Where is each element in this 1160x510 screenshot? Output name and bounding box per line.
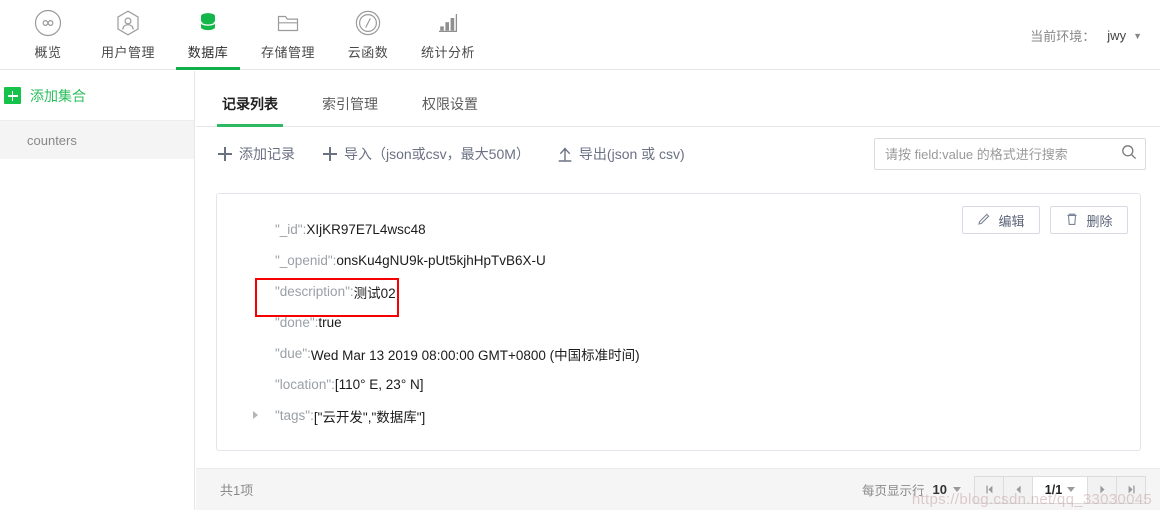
nav-item-storage-management[interactable]: 存储管理 xyxy=(248,0,328,70)
nav-item-user-management[interactable]: 用户管理 xyxy=(88,0,168,70)
plus-icon xyxy=(323,147,337,161)
tab-label: 权限设置 xyxy=(422,96,478,112)
upload-arrow-icon xyxy=(558,147,572,162)
record-field-row-tags[interactable]: "tags": ["云开发","数据库"] xyxy=(253,400,1140,431)
add-record-button[interactable]: 添加记录 xyxy=(218,144,295,164)
record-field-row: "due": Wed Mar 13 2019 08:00:00 GMT+0800… xyxy=(275,338,1140,369)
field-key: "description": xyxy=(275,284,354,299)
user-hexagon-icon xyxy=(114,8,142,38)
add-collection-label: 添加集合 xyxy=(30,87,86,104)
field-key: "due": xyxy=(275,346,311,361)
field-value: [110° E, 23° N] xyxy=(334,377,424,392)
tab-record-list[interactable]: 记录列表 xyxy=(217,94,283,127)
function-circle-icon xyxy=(354,8,382,38)
record-field-row: "location": [110° E, 23° N] xyxy=(275,369,1140,400)
database-icon xyxy=(194,8,222,38)
record-field-row: "done": true xyxy=(275,307,1140,338)
page-size-label: 每页显示行 xyxy=(862,484,925,498)
export-button[interactable]: 导出(json 或 csv) xyxy=(558,144,685,164)
field-value: Wed Mar 13 2019 08:00:00 GMT+0800 (中国标准时… xyxy=(310,347,640,363)
collection-list-item-counters[interactable]: counters xyxy=(0,121,194,159)
chevron-down-icon xyxy=(953,487,961,492)
next-page-button[interactable] xyxy=(1087,475,1117,504)
record-field-list: "_id": XIjKR97E7L4wsc48 "_openid": onsKu… xyxy=(217,194,1140,431)
export-label: 导出(json 或 csv) xyxy=(578,146,685,162)
field-value: XIjKR97E7L4wsc48 xyxy=(306,222,426,237)
import-label: 导入（json或csv，最大50M） xyxy=(344,146,530,162)
top-navigation-bar: 概览 用户管理 数据库 存储管理 云函数 统计分析 当前环境： jwy ▼ xyxy=(0,0,1160,70)
field-value: true xyxy=(318,315,342,330)
page-indicator: 1/1 xyxy=(1044,482,1063,497)
expand-triangle-icon[interactable] xyxy=(253,411,258,419)
nav-item-label: 存储管理 xyxy=(260,45,315,60)
record-field-row: "description": 测试02 xyxy=(275,276,1140,307)
prev-page-button[interactable] xyxy=(1003,475,1033,504)
nav-item-list: 概览 用户管理 数据库 存储管理 云函数 统计分析 xyxy=(0,0,488,70)
folder-icon xyxy=(274,8,302,38)
tab-label: 索引管理 xyxy=(322,96,378,112)
record-field-row: "_openid": onsKu4gNU9k-pUt5kjhHpTvB6X-U xyxy=(275,245,1140,276)
plus-icon xyxy=(4,87,21,104)
search-icon[interactable] xyxy=(1121,144,1137,165)
environment-value: jwy xyxy=(1107,28,1127,43)
nav-item-label: 概览 xyxy=(34,45,62,60)
tab-index-management[interactable]: 索引管理 xyxy=(320,94,380,126)
main-content: 记录列表 索引管理 权限设置 添加记录 导入（json或csv，最大50M） 导… xyxy=(196,71,1160,510)
page-buttons: 1/1 xyxy=(974,475,1146,504)
field-value: 测试02 xyxy=(353,285,396,301)
field-key: "_openid": xyxy=(275,253,337,268)
tab-permission-settings[interactable]: 权限设置 xyxy=(420,94,480,126)
search-box[interactable] xyxy=(874,138,1146,170)
nav-item-overview[interactable]: 概览 xyxy=(8,0,88,70)
field-value: ["云开发","数据库"] xyxy=(313,409,426,425)
pagination-controls: 每页显示行 10 1/1 xyxy=(862,475,1146,504)
collection-name: counters xyxy=(27,132,77,148)
infinity-icon xyxy=(34,8,62,38)
nav-item-cloud-function[interactable]: 云函数 xyxy=(328,0,408,70)
record-field-row: "_id": XIjKR97E7L4wsc48 xyxy=(275,214,1140,245)
page-indicator-selector[interactable]: 1/1 xyxy=(1032,475,1088,504)
field-key: "_id": xyxy=(275,222,307,237)
record-card-area: 编辑 删除 "_id": XIjKR97E7L4wsc48 "_openid":… xyxy=(216,193,1141,451)
record-toolbar: 添加记录 导入（json或csv，最大50M） 导出(json 或 csv) xyxy=(196,127,1160,181)
nav-item-statistics[interactable]: 统计分析 xyxy=(408,0,488,70)
field-value: onsKu4gNU9k-pUt5kjhHpTvB6X-U xyxy=(336,253,546,268)
collection-sidebar: 添加集合 counters xyxy=(0,71,195,510)
nav-item-label: 用户管理 xyxy=(100,45,155,60)
record-card: 编辑 删除 "_id": XIjKR97E7L4wsc48 "_openid":… xyxy=(216,193,1141,451)
environment-label: 当前环境： xyxy=(1030,29,1096,44)
import-button[interactable]: 导入（json或csv，最大50M） xyxy=(323,144,530,164)
field-key: "location": xyxy=(275,377,335,392)
nav-item-label: 云函数 xyxy=(347,45,389,60)
chevron-down-icon: ▼ xyxy=(1133,30,1142,41)
add-collection-button[interactable]: 添加集合 xyxy=(0,71,194,121)
search-input[interactable] xyxy=(885,146,1121,162)
total-count-label: 共1项 xyxy=(220,483,254,498)
add-record-label: 添加记录 xyxy=(239,146,295,162)
tab-bar: 记录列表 索引管理 权限设置 xyxy=(196,71,1160,127)
page-size-selector[interactable]: 10 xyxy=(933,482,961,497)
field-key: "tags": xyxy=(275,408,314,423)
app-root: 概览 用户管理 数据库 存储管理 云函数 统计分析 当前环境： jwy ▼ 添加… xyxy=(0,0,1160,510)
nav-item-database[interactable]: 数据库 xyxy=(168,0,248,70)
plus-icon xyxy=(218,147,232,161)
tab-label: 记录列表 xyxy=(222,96,278,112)
nav-item-label: 数据库 xyxy=(187,45,229,60)
field-key: "done": xyxy=(275,315,319,330)
chevron-down-icon xyxy=(1067,487,1076,492)
page-size-value: 10 xyxy=(932,482,947,497)
last-page-button[interactable] xyxy=(1116,475,1146,504)
nav-item-label: 统计分析 xyxy=(420,45,475,60)
pagination-footer: 共1项 每页显示行 10 1/1 https://blog.csdn.net/q… xyxy=(196,468,1160,510)
bar-chart-icon xyxy=(434,8,462,38)
environment-selector[interactable]: 当前环境： jwy ▼ xyxy=(1030,26,1142,45)
first-page-button[interactable] xyxy=(974,475,1004,504)
